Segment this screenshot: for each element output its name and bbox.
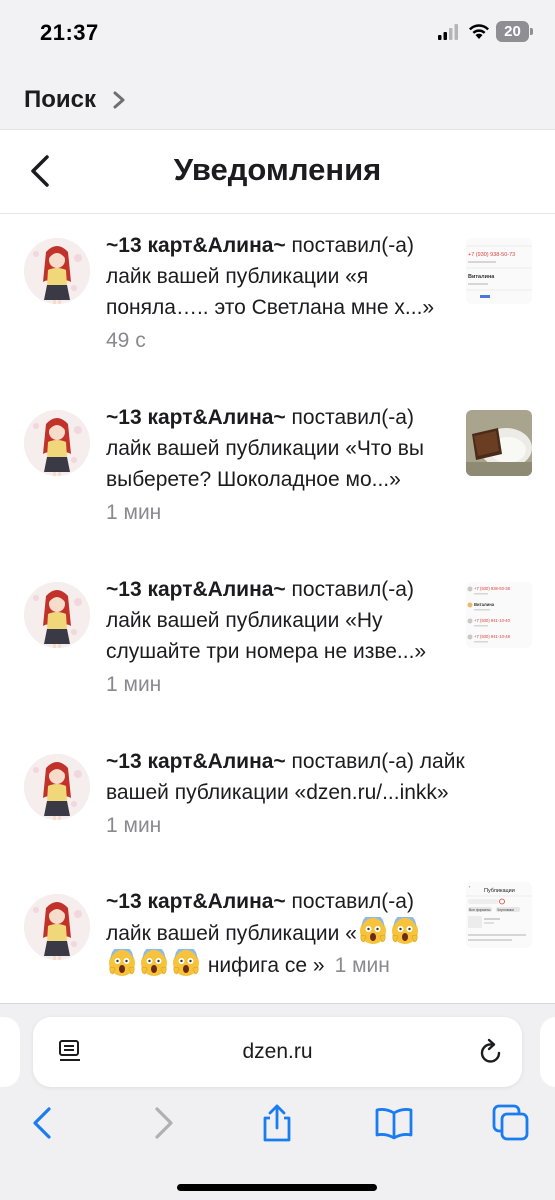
publication-thumbnail[interactable]: +7 (930) 938-50-73 Виталина xyxy=(466,238,532,304)
notification-text: ~13 карт&Алина~ поставил(-а) лайк вашей … xyxy=(106,402,456,528)
forward-icon xyxy=(155,1107,173,1139)
notification-item[interactable]: ~13 карт&Алина~ поставил(-а) лайк вашей … xyxy=(0,570,555,720)
thumbnail-row-4: +7 (930) 941-10-48 xyxy=(474,634,511,639)
notification-item[interactable]: ~13 карт&Алина~ поставил(-а) лайк вашей … xyxy=(0,882,555,1002)
tabs-icon[interactable] xyxy=(491,1103,531,1143)
screaming-face-emoji xyxy=(141,949,167,976)
status-time: 21:37 xyxy=(40,20,99,45)
reload-icon[interactable] xyxy=(478,1038,504,1066)
thumbnail-row-1: +7 (930) 938-50-38 xyxy=(474,586,511,591)
thumbnail-title: Публикации xyxy=(484,888,515,894)
page-title: Уведомления xyxy=(173,152,382,187)
thumbnail-name: Виталина xyxy=(468,274,495,280)
thumbnail-phone: +7 (930) 938-50-73 xyxy=(468,252,515,258)
home-indicator xyxy=(177,1184,377,1191)
thumbnail-tab: Все форматы xyxy=(469,908,491,912)
notification-text: ~13 карт&Алина~ поставил(-а) лайк вашей … xyxy=(106,886,456,981)
battery-level: 20 xyxy=(496,21,529,42)
notification-author[interactable]: ~13 карт&Алина~ xyxy=(106,578,286,601)
notification-message-end: нифига се » xyxy=(202,954,325,977)
notification-text: ~13 карт&Алина~ поставил(-а) лайк вашей … xyxy=(106,746,526,841)
avatar[interactable] xyxy=(24,894,90,960)
address-bar[interactable]: dzen.ru xyxy=(33,1017,522,1087)
notification-item[interactable]: ~13 карт&Алина~ поставил(-а) лайк вашей … xyxy=(0,226,555,376)
back-to-search[interactable]: Поиск xyxy=(0,66,555,130)
signal-icon xyxy=(438,24,458,40)
avatar[interactable] xyxy=(24,238,90,304)
screaming-face-emoji xyxy=(173,949,199,976)
avatar[interactable] xyxy=(24,754,90,820)
notification-time: 49 с xyxy=(106,329,146,352)
notification-author[interactable]: ~13 карт&Алина~ xyxy=(106,406,286,429)
wifi-icon xyxy=(469,24,489,39)
notification-time: 1 мин xyxy=(106,814,162,837)
notification-time: 1 мин xyxy=(106,673,162,696)
battery-icon: 20 xyxy=(496,21,533,42)
notification-text: ~13 карт&Алина~ поставил(-а) лайк вашей … xyxy=(106,574,456,700)
screaming-face-emoji xyxy=(359,917,386,944)
thumbnail-row-3: +7 (930) 941-10-40 xyxy=(474,618,511,623)
avatar[interactable] xyxy=(24,582,90,648)
thumbnail-chip: Черновики xyxy=(497,908,514,912)
chevron-right-icon xyxy=(113,91,125,109)
url-text[interactable]: dzen.ru xyxy=(33,1040,522,1064)
next-tab-card[interactable] xyxy=(540,1017,555,1087)
notification-author[interactable]: ~13 карт&Алина~ xyxy=(106,750,286,773)
back-icon[interactable] xyxy=(24,1103,64,1143)
notification-text: ~13 карт&Алина~ поставил(-а) лайк вашей … xyxy=(106,230,456,356)
avatar[interactable] xyxy=(24,410,90,476)
page-header: Уведомления xyxy=(0,130,555,214)
browser-bottom-bar: dzen.ru xyxy=(0,1003,555,1200)
screaming-face-emoji xyxy=(109,949,135,976)
notification-time: 1 мин xyxy=(106,501,162,524)
thumbnail-row-2: Виталина xyxy=(474,602,495,607)
notification-author[interactable]: ~13 карт&Алина~ xyxy=(106,234,286,257)
share-icon[interactable] xyxy=(257,1103,297,1143)
publication-thumbnail[interactable]: ‹ Публикации Все форматы Черновики xyxy=(466,882,532,948)
notification-time: 1 мин xyxy=(334,954,390,977)
publication-thumbnail[interactable]: +7 (930) 938-50-38 Виталина +7 (930) 941… xyxy=(466,582,532,648)
screaming-face-emoji xyxy=(391,917,418,944)
previous-tab-card[interactable] xyxy=(0,1017,20,1087)
notification-author[interactable]: ~13 карт&Алина~ xyxy=(106,890,286,913)
notification-item[interactable]: ~13 карт&Алина~ поставил(-а) лайк вашей … xyxy=(0,398,555,548)
bookmarks-icon[interactable] xyxy=(374,1103,414,1143)
status-bar: 21:37 20 xyxy=(0,0,555,66)
notification-item[interactable]: ~13 карт&Алина~ поставил(-а) лайк вашей … xyxy=(0,742,555,862)
back-to-search-label[interactable]: Поиск xyxy=(24,86,96,114)
publication-thumbnail[interactable] xyxy=(466,410,532,476)
